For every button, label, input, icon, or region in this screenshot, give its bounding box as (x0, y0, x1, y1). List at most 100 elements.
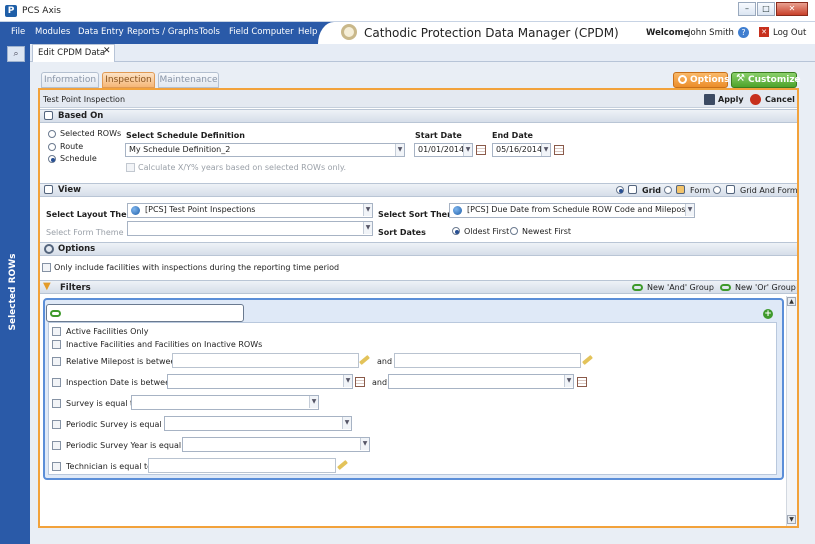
filter-inactive-facilities-checkbox[interactable] (52, 340, 61, 349)
logout-icon[interactable]: ✕ (759, 27, 769, 37)
milepost-to-input[interactable] (394, 353, 581, 368)
schedule-definition-label: Select Schedule Definition (126, 131, 245, 140)
only-include-facilities-label: Only include facilities with inspections… (54, 263, 340, 272)
sort-theme-select[interactable]: [PCS] Due Date from Schedule ROW Code an… (449, 203, 695, 218)
radio-schedule[interactable] (48, 155, 56, 163)
calc-years-label: Calculate X/Y% years based on selected R… (138, 163, 346, 172)
or-group-icon (720, 284, 731, 291)
app-title: Cathodic Protection Data Manager (CPDM) (364, 26, 619, 40)
filter-periodic-survey-year-checkbox[interactable] (52, 441, 61, 450)
radio-route[interactable] (48, 143, 56, 151)
menu-field-computer[interactable]: Field Computer (229, 22, 294, 44)
form-theme-label: Select Form Theme (46, 228, 124, 237)
filter-periodic-survey-year-label: Periodic Survey Year is equal to (66, 441, 192, 450)
chevron-down-icon: ▼ (463, 144, 472, 156)
calendar-icon[interactable] (355, 377, 365, 387)
menu-data-entry[interactable]: Data Entry (78, 22, 124, 44)
filter-inspection-date-checkbox[interactable] (52, 378, 61, 387)
chevron-down-icon: ▼ (342, 417, 351, 429)
filter-active-facilities-checkbox[interactable] (52, 327, 61, 336)
gear-icon (678, 75, 687, 84)
logout-button[interactable]: Log Out (773, 28, 806, 38)
start-date-input[interactable]: 01/01/2014 ▼ (414, 143, 473, 157)
view-grid-and-form-radio[interactable] (713, 186, 721, 194)
end-date-label: End Date (492, 131, 533, 140)
new-or-group-button[interactable]: New 'Or' Group (735, 283, 796, 292)
grid-icon (44, 185, 53, 194)
filter-scrollbar[interactable] (786, 296, 797, 526)
sidebar-selected-rows[interactable]: Selected ROWs (8, 252, 20, 332)
inspection-date-and-label: and (372, 378, 388, 387)
tab-inspection[interactable]: Inspection (102, 72, 155, 88)
chevron-down-icon: ▼ (360, 438, 369, 450)
tab-maintenance[interactable]: Maintenance (158, 72, 219, 88)
add-filter-icon[interactable]: + (763, 309, 773, 319)
options-gear-icon (44, 244, 54, 254)
inspection-date-from-input[interactable]: ▼ (167, 374, 353, 389)
panel-title: Test Point Inspection (43, 95, 126, 104)
filter-inactive-facilities-label: Inactive Facilities and Facilities on In… (66, 340, 263, 349)
scroll-down-icon[interactable]: ▼ (787, 515, 796, 524)
milepost-from-input[interactable] (172, 353, 359, 368)
menu-help[interactable]: Help (298, 22, 317, 44)
sort-oldest-label: Oldest First (464, 227, 510, 236)
filter-active-facilities-label: Active Facilities Only (66, 327, 149, 336)
close-tab-icon[interactable]: ✕ (103, 46, 111, 56)
radio-selected-rows[interactable] (48, 130, 56, 138)
form-view-icon (676, 185, 685, 194)
section-options (40, 242, 797, 256)
grid-view-icon (628, 185, 637, 194)
filter-inspection-date-label: Inspection Date is between (66, 378, 176, 387)
start-date-calendar-icon[interactable] (476, 145, 486, 155)
menu-file[interactable]: File (11, 22, 25, 44)
filter-survey-checkbox[interactable] (52, 399, 61, 408)
view-grid-label: Grid (642, 186, 661, 195)
chevron-down-icon: ▼ (685, 204, 694, 216)
end-date-calendar-icon[interactable] (554, 145, 564, 155)
filter-periodic-survey-checkbox[interactable] (52, 420, 61, 429)
chevron-down-icon: ▼ (564, 375, 573, 387)
welcome-label: Welcome (646, 28, 690, 38)
chevron-down-icon: ▼ (343, 375, 352, 387)
menu-reports-graphs[interactable]: Reports / Graphs (127, 22, 198, 44)
document-tab-strip (30, 44, 815, 62)
end-date-input[interactable]: 05/16/2014 ▼ (492, 143, 551, 157)
only-include-facilities-checkbox[interactable] (42, 263, 51, 272)
section-options-title: Options (58, 244, 96, 254)
sort-oldest-radio[interactable] (452, 227, 460, 235)
radio-route-label: Route (60, 142, 84, 151)
menu-modules[interactable]: Modules (35, 22, 70, 44)
inspection-date-to-input[interactable]: ▼ (388, 374, 574, 389)
and-group-icon (632, 284, 643, 291)
menu-tools[interactable]: Tools (199, 22, 220, 44)
search-icon[interactable]: ⌕ (7, 46, 25, 62)
form-theme-select[interactable]: ▼ (127, 221, 373, 236)
close-window-button[interactable]: ✕ (776, 2, 808, 16)
periodic-survey-year-select[interactable]: ▼ (182, 437, 370, 452)
layout-theme-select[interactable]: [PCS] Test Point Inspections ▼ (127, 203, 373, 218)
group-link-icon (50, 310, 61, 317)
survey-select[interactable]: ▼ (131, 395, 319, 410)
sort-newest-radio[interactable] (510, 227, 518, 235)
maximize-button[interactable]: □ (757, 2, 775, 16)
schedule-definition-select[interactable]: My Schedule Definition_2 ▼ (125, 143, 405, 157)
calc-years-checkbox[interactable] (126, 163, 135, 172)
section-based-on (40, 109, 797, 123)
view-form-radio[interactable] (664, 186, 672, 194)
filter-technician-checkbox[interactable] (52, 462, 61, 471)
calendar-icon[interactable] (577, 377, 587, 387)
minimize-button[interactable]: – (738, 2, 756, 16)
tab-information[interactable]: Information (41, 72, 99, 88)
periodic-survey-select[interactable]: ▼ (164, 416, 352, 431)
radio-selected-rows-label: Selected ROWs (60, 129, 122, 138)
filter-group-name-input[interactable] (46, 304, 244, 322)
technician-input[interactable] (148, 458, 336, 473)
cancel-button[interactable]: Cancel (765, 95, 795, 104)
scroll-up-icon[interactable]: ▲ (787, 297, 796, 306)
help-icon[interactable]: ? (738, 27, 749, 38)
chevron-down-icon: ▼ (309, 396, 318, 408)
apply-button[interactable]: Apply (718, 95, 744, 104)
view-grid-radio[interactable] (616, 186, 624, 194)
new-and-group-button[interactable]: New 'And' Group (647, 283, 714, 292)
filter-relative-milepost-checkbox[interactable] (52, 357, 61, 366)
